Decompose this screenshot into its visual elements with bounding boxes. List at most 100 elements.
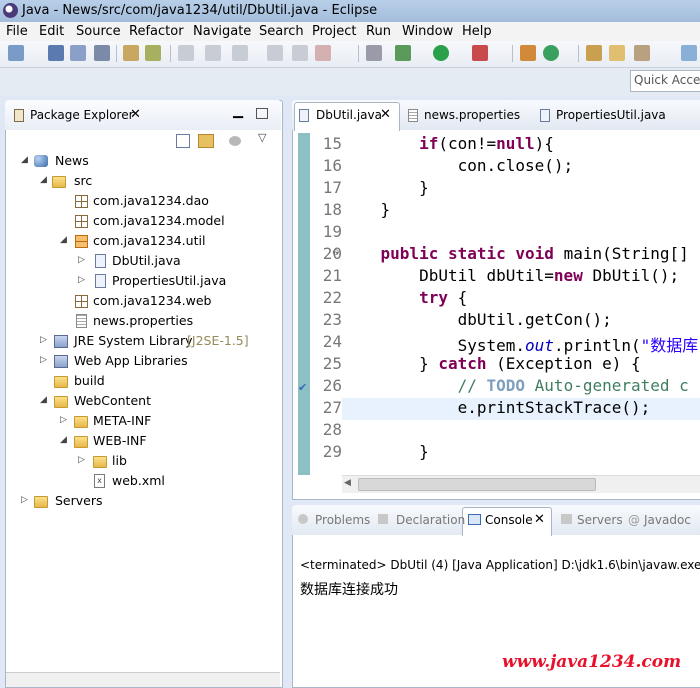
line-number: 19 — [322, 222, 342, 241]
line-number: 17 — [322, 178, 342, 197]
folder-icon — [54, 396, 68, 408]
java-file-icon — [95, 274, 106, 288]
new-java-project-icon[interactable] — [520, 45, 536, 61]
close-icon[interactable]: ✕ — [534, 512, 545, 527]
servers-icon — [561, 514, 572, 524]
line-number: 27 — [322, 398, 342, 417]
tree-item-web-xml[interactable]: x web.xml — [22, 471, 272, 491]
new-class-icon[interactable] — [543, 45, 559, 61]
chevron-right-icon[interactable]: ▷ — [60, 415, 67, 425]
package-icon — [75, 195, 88, 208]
tree-item-package-web[interactable]: com.java1234.web — [22, 291, 272, 311]
save-icon[interactable] — [48, 45, 64, 61]
terminate-icon[interactable] — [315, 45, 331, 61]
external-tools-icon[interactable] — [472, 45, 488, 61]
tree-item-package-dao[interactable]: com.java1234.dao — [22, 191, 272, 211]
tree-item-package-model[interactable]: com.java1234.model — [22, 211, 272, 231]
tree-item-jre-library[interactable]: ▷ JRE System Library [J2SE-1.5] — [22, 331, 272, 351]
package-icon — [75, 235, 88, 248]
tab-console[interactable]: Console — [485, 513, 533, 527]
scrollbar-thumb[interactable] — [358, 478, 596, 491]
tab-package-explorer[interactable]: Package Explorer — [30, 108, 134, 122]
chevron-right-icon[interactable]: ▷ — [40, 335, 47, 345]
chevron-right-icon[interactable]: ▷ — [78, 275, 85, 285]
tab-declaration[interactable]: Declaration — [396, 513, 465, 527]
undo-icon[interactable] — [178, 45, 194, 61]
change-ruler — [298, 133, 310, 475]
open-type-icon[interactable] — [586, 45, 602, 61]
chevron-down-icon[interactable]: ◢ — [60, 235, 67, 245]
menu-project[interactable]: Project — [312, 24, 356, 39]
horizontal-scrollbar[interactable] — [6, 672, 280, 687]
chevron-right-icon[interactable]: ▷ — [78, 255, 85, 265]
redo-icon[interactable] — [205, 45, 221, 61]
menu-run[interactable]: Run — [366, 24, 391, 39]
tree-item-news[interactable]: ◢ News — [21, 151, 272, 171]
tree-item-src[interactable]: ◢ src — [22, 171, 272, 191]
chevron-down-icon[interactable]: ◢ — [21, 155, 28, 165]
tree-item-package-util[interactable]: ◢ com.java1234.util — [22, 231, 272, 251]
tree-item-news-properties[interactable]: news.properties — [22, 311, 272, 331]
tree-item-servers[interactable]: ▷ Servers — [21, 491, 272, 511]
tab-problems[interactable]: Problems — [315, 513, 370, 527]
code-line: } — [342, 442, 429, 461]
line-number: 16 — [322, 156, 342, 175]
menu-refactor[interactable]: Refactor — [129, 24, 184, 39]
run-icon[interactable] — [433, 45, 449, 61]
tree-item-meta-inf[interactable]: ▷ META-INF — [22, 411, 272, 431]
chevron-down-icon[interactable]: ◢ — [40, 175, 47, 185]
open-folder-icon[interactable] — [609, 45, 625, 61]
resume-icon[interactable] — [267, 45, 283, 61]
tree-item-propertiesutil-java[interactable]: ▷ PropertiesUtil.java — [22, 271, 272, 291]
toggle-icon[interactable] — [145, 45, 161, 61]
maximize-icon[interactable] — [256, 108, 268, 119]
tree-item-webcontent[interactable]: ◢ WebContent — [22, 391, 272, 411]
close-icon[interactable]: ✕ — [380, 107, 391, 122]
new-icon[interactable] — [8, 45, 24, 61]
build-icon[interactable] — [123, 45, 139, 61]
menu-search[interactable]: Search — [259, 24, 304, 39]
quick-access-input[interactable]: Quick Access — [630, 70, 700, 92]
tab-propertiesutil-java[interactable]: PropertiesUtil.java — [556, 108, 666, 122]
tab-news-properties[interactable]: news.properties — [424, 108, 520, 122]
menu-file[interactable]: File — [6, 24, 28, 39]
chevron-right-icon[interactable]: ▷ — [21, 495, 28, 505]
code-line: public static void main(String[] — [380, 244, 689, 263]
menu-edit[interactable]: Edit — [39, 24, 64, 39]
save-all-icon[interactable] — [70, 45, 86, 61]
fold-icon[interactable]: ⊖ — [332, 248, 340, 258]
minimize-icon[interactable]: ▁ — [233, 104, 243, 119]
tree-item-lib[interactable]: ▷ lib — [22, 451, 272, 471]
chevron-down-icon[interactable]: ◢ — [40, 395, 47, 405]
debug-icon[interactable] — [395, 45, 411, 61]
skip-breakpoints-icon[interactable] — [366, 45, 382, 61]
library-icon — [54, 355, 68, 368]
menu-window[interactable]: Window — [402, 24, 453, 39]
search-icon[interactable] — [634, 45, 650, 61]
code-line: con.close(); — [342, 156, 574, 175]
editor-horizontal-scrollbar[interactable]: ◀ — [342, 475, 700, 493]
tree-item-web-inf[interactable]: ◢ WEB-INF — [22, 431, 272, 451]
tree-item-dbutil-java[interactable]: ▷ DbUtil.java — [22, 251, 272, 271]
line-number: 18 — [322, 200, 342, 219]
menu-help[interactable]: Help — [462, 24, 492, 39]
chevron-down-icon[interactable]: ◢ — [60, 435, 67, 445]
close-icon[interactable]: ✕ — [130, 107, 141, 122]
view-menu-icon[interactable]: ▽ — [258, 131, 266, 144]
suspend-icon[interactable] — [292, 45, 308, 61]
step-icon[interactable] — [232, 45, 248, 61]
menu-source[interactable]: Source — [76, 24, 121, 39]
print-icon[interactable] — [94, 45, 110, 61]
menu-navigate[interactable]: Navigate — [193, 24, 251, 39]
chevron-right-icon[interactable]: ▷ — [40, 355, 47, 365]
link-with-editor-icon[interactable] — [198, 134, 214, 148]
tree-item-web-app-libraries[interactable]: ▷ Web App Libraries — [22, 351, 272, 371]
tree-item-build[interactable]: build — [22, 371, 272, 391]
tab-javadoc[interactable]: Javadoc — [644, 513, 691, 527]
tab-servers[interactable]: Servers — [577, 513, 623, 527]
chevron-right-icon[interactable]: ▷ — [78, 455, 85, 465]
perspective-icon[interactable] — [681, 45, 697, 61]
collapse-all-icon[interactable] — [176, 134, 190, 148]
filters-icon[interactable] — [229, 136, 241, 146]
scroll-left-icon[interactable]: ◀ — [344, 478, 351, 488]
